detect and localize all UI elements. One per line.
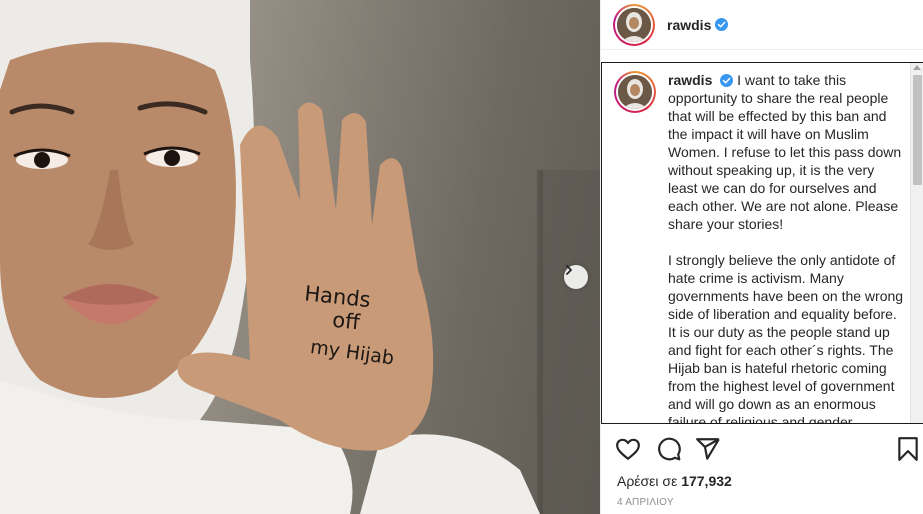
caption-username[interactable]: rawdis — [668, 72, 712, 88]
likes-label: Αρέσει σε — [617, 473, 678, 489]
comments-scrollbar[interactable] — [910, 63, 923, 423]
share-icon[interactable] — [695, 436, 721, 462]
comment-icon[interactable] — [656, 436, 682, 462]
scroll-up-arrow-icon[interactable] — [913, 65, 921, 70]
heart-icon[interactable] — [615, 436, 641, 462]
header-username[interactable]: rawdis — [667, 17, 711, 33]
caption-paragraph-1: I want to take this opportunity to share… — [668, 72, 902, 232]
next-image-button[interactable] — [564, 265, 588, 289]
post-photo[interactable]: Hands off my Hijab — [0, 0, 600, 514]
avatar[interactable] — [613, 3, 655, 46]
verified-badge-icon — [720, 74, 734, 87]
palm-text-line2: off — [331, 308, 361, 335]
likes-count-line[interactable]: Αρέσει σε 177,932 — [617, 473, 732, 489]
caption: rawdis I want to take this opportunity t… — [614, 71, 904, 424]
likes-count[interactable]: 177,932 — [681, 473, 732, 489]
post-side-panel: rawdis rawdis I want to take this opport… — [600, 0, 923, 514]
caption-text: rawdis I want to take this opportunity t… — [668, 71, 904, 424]
scrollbar-thumb[interactable] — [913, 75, 922, 185]
caption-avatar[interactable] — [614, 71, 656, 113]
verified-badge-icon — [715, 18, 729, 31]
caption-paragraph-2: I strongly believe the only antidote of … — [668, 252, 904, 424]
action-bar — [601, 430, 923, 466]
post-header: rawdis — [601, 0, 923, 50]
chevron-right-icon — [566, 265, 572, 275]
bookmark-icon[interactable] — [895, 436, 921, 462]
photo-illustration: Hands off my Hijab — [0, 0, 600, 514]
comments-area[interactable]: rawdis I want to take this opportunity t… — [601, 62, 923, 424]
post-date[interactable]: 4 ΑΠΡΙΛΙΟΥ — [617, 497, 674, 508]
